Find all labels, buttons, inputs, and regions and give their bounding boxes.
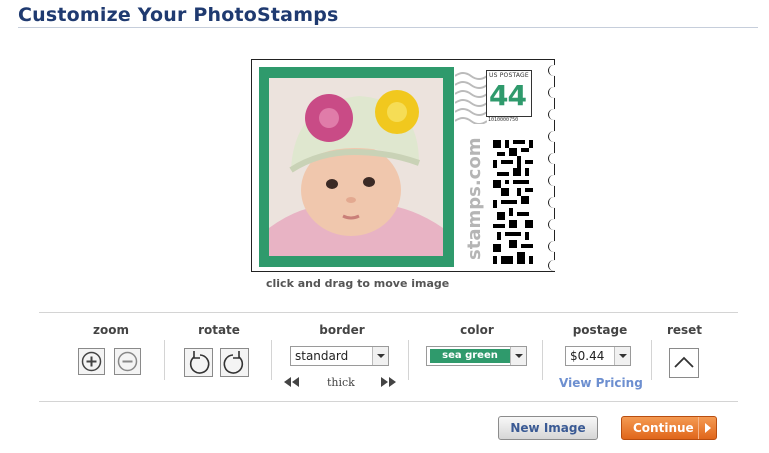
reset-button[interactable] [669, 348, 699, 378]
page-title: Customize Your PhotoStamps [18, 4, 339, 26]
border-thinner-icon[interactable] [284, 377, 300, 387]
indicia-number: 1010000750 [488, 117, 519, 123]
zoom-in-icon [81, 351, 102, 372]
zoom-label: zoom [93, 323, 129, 337]
rotate-label: rotate [198, 323, 240, 337]
perforation [548, 109, 560, 120]
chevron-down-icon [510, 347, 526, 365]
postage-label: postage [572, 323, 628, 337]
border-label: border [319, 323, 365, 337]
reset-label: reset [666, 323, 703, 337]
perforation [548, 219, 560, 230]
controls-divider-bottom [39, 401, 738, 402]
cancellation-wave-icon [455, 72, 487, 124]
new-image-button[interactable]: New Image [498, 416, 598, 440]
postage-select-value: $0.44 [570, 349, 605, 363]
stamp-photo-border [259, 67, 454, 267]
chevron-down-icon [372, 347, 388, 365]
separator [542, 340, 543, 380]
continue-label: Continue [633, 421, 694, 435]
title-divider [18, 27, 758, 28]
barcode-icon [493, 140, 533, 264]
usps-label: US POSTAGE [489, 72, 529, 79]
zoom-out-button[interactable] [114, 348, 141, 375]
color-select[interactable]: sea green [426, 346, 527, 366]
border-thickness-label: thick [327, 376, 355, 389]
brand-text: stamps.com [464, 137, 485, 260]
border-thicker-icon[interactable] [380, 377, 396, 387]
separator [651, 340, 652, 380]
separator [408, 340, 409, 380]
arrow-right-icon [698, 417, 716, 439]
drag-hint: click and drag to move image [266, 277, 450, 290]
color-select-value: sea green [430, 349, 510, 363]
rotate-left-button[interactable] [184, 348, 213, 377]
postage-indicia: US POSTAGE 44 [486, 70, 532, 117]
stamp-preview: US POSTAGE 44 1010000750 stamps.com [251, 59, 560, 272]
separator [164, 340, 165, 380]
perforation [548, 87, 560, 98]
perforation [548, 153, 560, 164]
continue-button[interactable]: Continue [621, 416, 717, 440]
separator [271, 340, 272, 380]
zoom-in-button[interactable] [78, 348, 105, 375]
zoom-out-icon [117, 351, 138, 372]
perforation [548, 241, 560, 252]
perforation [548, 175, 560, 186]
border-select[interactable]: standard [290, 346, 389, 366]
chevron-down-icon [614, 347, 630, 365]
perforation [548, 260, 560, 271]
perforation [548, 131, 560, 142]
rotate-left-icon [189, 351, 210, 374]
perforation [548, 197, 560, 208]
perforation [548, 65, 560, 76]
postage-select[interactable]: $0.44 [565, 346, 631, 366]
view-pricing-link[interactable]: View Pricing [559, 376, 643, 390]
border-select-value: standard [295, 349, 349, 363]
reset-up-icon [674, 356, 694, 368]
rotate-right-icon [223, 351, 244, 374]
color-label: color [460, 323, 494, 337]
postage-denomination: 44 [489, 79, 527, 112]
controls-divider-top [39, 312, 738, 313]
rotate-right-button[interactable] [220, 348, 249, 377]
stamp-photo[interactable] [269, 78, 443, 256]
